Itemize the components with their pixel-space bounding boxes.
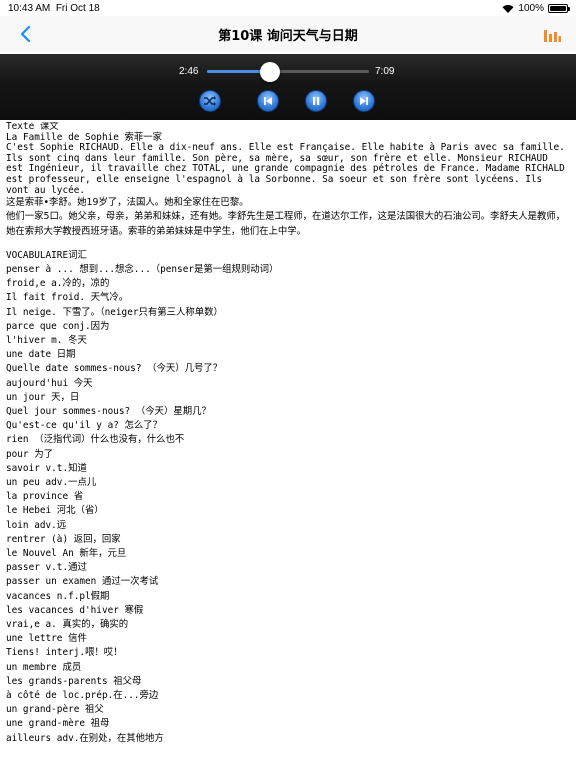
lesson-content: Texte 课文 La Famille de Sophie 索菲一家 C'est… <box>0 122 576 768</box>
status-right: 100% <box>502 2 570 14</box>
text-heading: Texte 课文 <box>6 122 59 132</box>
vocab-item: la province 省 <box>6 491 84 503</box>
status-bar: 10:43 AM Fri Oct 18 100% <box>0 0 576 16</box>
pause-button[interactable] <box>305 90 327 112</box>
vocab-item: vrai,e a. 真实的，确实的 <box>6 619 129 631</box>
vocab-item: un jour 天，日 <box>6 391 80 403</box>
skip-previous-icon <box>264 97 272 105</box>
chevron-left-icon[interactable] <box>16 24 36 44</box>
shuffle-icon <box>204 96 216 106</box>
battery-percent: 100% <box>518 2 544 14</box>
wifi-icon <box>502 4 514 13</box>
vocab-item: passer v.t.通过 <box>6 562 87 574</box>
vocab-item: Il fait froid. 天气冷。 <box>6 292 129 304</box>
vocab-item: passer un examen 通过一次考试 <box>6 576 159 588</box>
vocab-item: loin adv.远 <box>6 519 67 531</box>
playback-controls <box>0 90 576 114</box>
current-time: 2:46 <box>179 66 199 77</box>
chinese-line: 这是索菲•李舒。她19岁了，法国人。她和全家住在巴黎。 <box>6 197 249 209</box>
shuffle-button[interactable] <box>199 90 221 112</box>
audio-player: 2:46 7:09 <box>0 54 576 120</box>
french-line: Ils sont cinq dans leur famille. Son pèr… <box>6 152 571 196</box>
vocab-item: froid,e a.冷的，凉的 <box>6 278 110 290</box>
vocab-item: Quelle date sommes-nous? （今天）几号了？ <box>6 363 223 375</box>
vocab-item: penser à ... 想到...想念...（penser是第一组规则动词） <box>6 263 279 275</box>
vocab-heading: VOCABULAIRE词汇 <box>6 249 87 261</box>
vocab-list: penser à ... 想到...想念...（penser是第一组规则动词） f… <box>6 263 570 746</box>
vocab-item: Quel jour sommes-nous? （今天）星期几？ <box>6 406 211 417</box>
vocab-item: vacances n.f.pl假期 <box>6 590 110 602</box>
vocab-item: Qu'est-ce qu'il y a? 怎么了？ <box>6 420 163 432</box>
next-button[interactable] <box>353 90 375 112</box>
skip-next-icon <box>360 97 368 105</box>
previous-button[interactable] <box>257 90 279 112</box>
slider-knob[interactable] <box>260 62 281 82</box>
navigation-bar: 第10课 询问天气与日期 <box>0 16 576 52</box>
status-left: 10:43 AM Fri Oct 18 <box>8 3 100 14</box>
page-title: 第10课 询问天气与日期 <box>218 28 358 44</box>
vocab-item: les vacances d'hiver 寒假 <box>6 604 144 616</box>
progress-slider[interactable] <box>207 62 369 82</box>
vocab-item: le Nouvel An 新年，元旦 <box>6 548 127 560</box>
vocab-item: une grand-mère 祖母 <box>6 718 110 730</box>
vocab-item: les grands-parents 祖父母 <box>6 675 142 687</box>
vocab-item: Tiens! interj.喂！哎！ <box>6 647 123 659</box>
bar-chart-icon[interactable] <box>542 24 562 44</box>
vocab-item: une date 日期 <box>6 349 76 361</box>
vocab-item: un membre 成员 <box>6 661 82 673</box>
vocab-item: l'hiver m. 冬天 <box>6 334 87 346</box>
total-time: 7:09 <box>375 66 395 77</box>
vocab-item: ailleurs adv.在别处，在其他地方 <box>6 732 164 744</box>
vocab-item: savoir v.t.知道 <box>6 462 87 474</box>
vocab-item: un grand-père 祖父 <box>6 704 104 716</box>
battery-fill <box>550 5 566 11</box>
vocab-item: aujourd'hui 今天 <box>6 377 93 389</box>
vocab-item: un peu adv.一点儿 <box>6 477 97 489</box>
vocab-item: à côté de loc.prép.在...旁边 <box>6 690 159 702</box>
vocab-item: le Hebei 河北（省） <box>6 505 104 517</box>
vocab-item: parce que conj.因为 <box>6 320 110 332</box>
pause-icon <box>313 97 320 105</box>
vocab-item: une lettre 信件 <box>6 633 87 645</box>
vocab-item: Il neige. 下雪了。（neiger只有第三人称单数） <box>6 306 223 318</box>
battery-icon <box>548 3 570 13</box>
vocab-item: pour 为了 <box>6 448 53 460</box>
vocab-item: rentrer (à) 返回，回家 <box>6 533 121 545</box>
status-date: Fri Oct 18 <box>55 2 100 14</box>
status-time: 10:43 AM <box>8 2 51 14</box>
vocab-item: rien （泛指代词）什么也没有，什么也不 <box>6 434 185 446</box>
chinese-line: 他们一家5口。她父亲，母亲，弟弟和妹妹，还有她。李舒先生是工程师，在道达尔工作，… <box>6 211 566 237</box>
